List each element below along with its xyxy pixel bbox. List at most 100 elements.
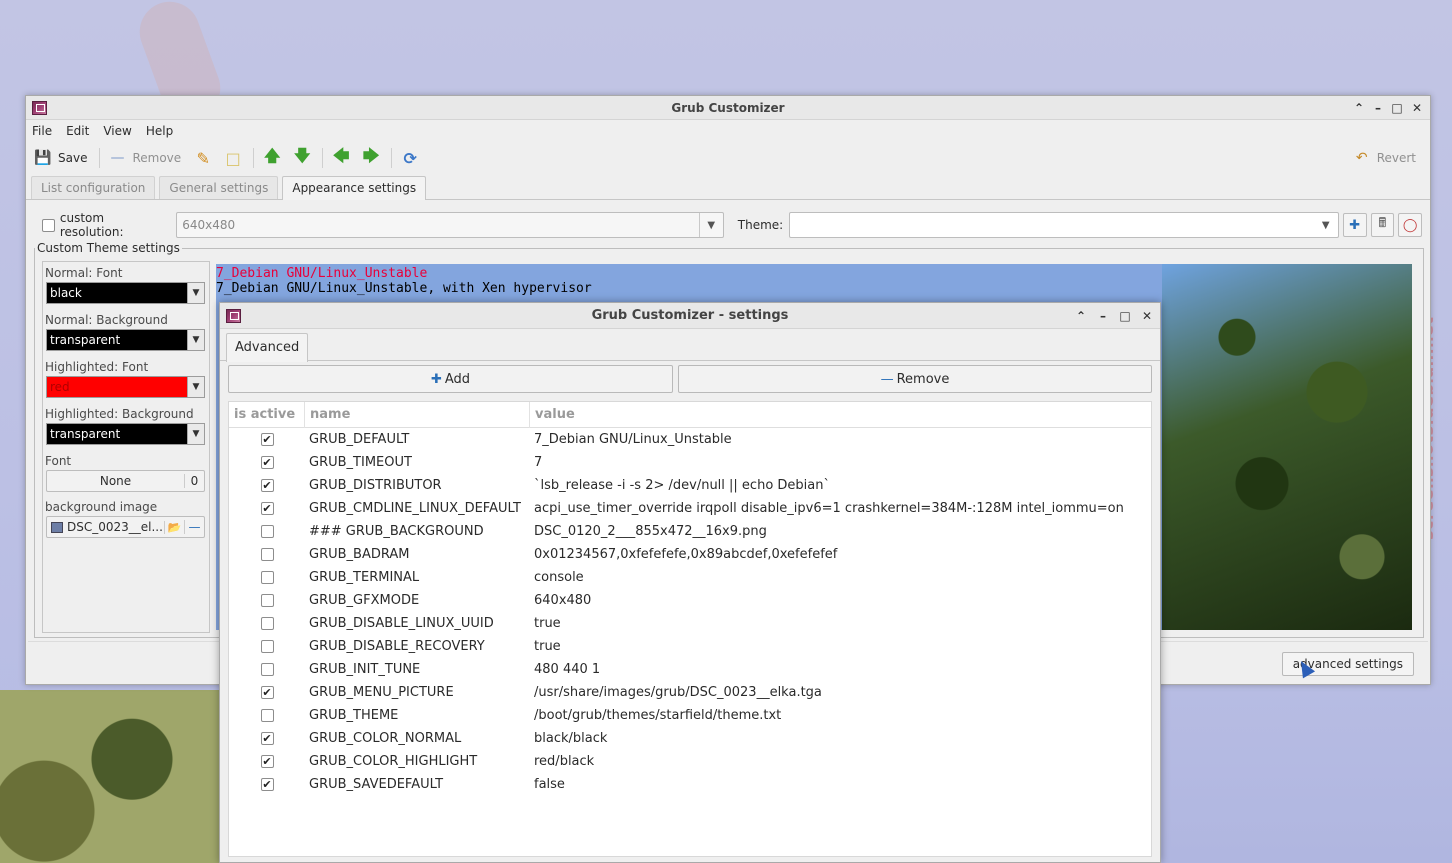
setting-name[interactable]: GRUB_DISABLE_RECOVERY [305, 639, 530, 654]
setting-name[interactable]: GRUB_INIT_TUNE [305, 662, 530, 677]
table-row[interactable]: GRUB_THEME/boot/grub/themes/starfield/th… [229, 704, 1151, 727]
table-row[interactable]: GRUB_GFXMODE 640x480 [229, 589, 1151, 612]
remove-toolbar-button[interactable]: — Remove [108, 149, 181, 167]
open-file-icon[interactable]: 📂 [164, 520, 184, 534]
setting-name[interactable]: GRUB_BADRAM [305, 547, 530, 562]
column-value[interactable]: value [530, 402, 1151, 428]
is-active-checkbox[interactable]: ✔ [260, 479, 274, 492]
remove-button[interactable]: — Remove [678, 365, 1152, 393]
setting-value[interactable]: 7_Debian GNU/Linux_Unstable [530, 432, 732, 447]
theme-save-button[interactable]: 🖩 [1370, 213, 1395, 237]
setting-value[interactable]: 480 440 1 [530, 662, 600, 677]
close-icon[interactable]: ✕ [1410, 96, 1424, 120]
table-row[interactable]: GRUB_TERMINAL console [229, 566, 1151, 589]
setting-name[interactable]: GRUB_COLOR_HIGHLIGHT [305, 754, 530, 769]
setting-name[interactable]: GRUB_DISABLE_LINUX_UUID [305, 616, 530, 631]
is-active-checkbox[interactable]: ✔ [260, 778, 274, 791]
bg-image-chooser[interactable]: DSC_0023__el... 📂 — [46, 516, 205, 538]
settings-titlebar[interactable]: Grub Customizer - settings ⌃ – □ ✕ [220, 303, 1160, 329]
table-row[interactable]: ✔ GRUB_SAVEDEFAULT false [229, 773, 1151, 796]
setting-name[interactable]: GRUB_THEME [305, 708, 530, 723]
table-row[interactable]: GRUB_BADRAM 0x01234567,0xfefefefe,0x89abc… [229, 543, 1151, 566]
table-row[interactable]: ✔ GRUB_TIMEOUT 7 [229, 451, 1151, 474]
is-active-checkbox[interactable]: ✔ [260, 456, 274, 469]
table-row[interactable]: ✔ GRUB_MENU_PICTURE/usr/share/images/grub… [229, 681, 1151, 704]
table-row[interactable]: GRUB_INIT_TUNE 480 440 1 [229, 658, 1151, 681]
setting-name[interactable]: GRUB_DISTRIBUTOR [305, 478, 530, 493]
setting-name[interactable]: GRUB_TERMINAL [305, 570, 530, 585]
highlight-font-color[interactable]: red ▼ [46, 376, 205, 398]
arrow-right-icon[interactable]: 🡆 [361, 146, 381, 168]
tab-appearance-settings[interactable]: Appearance settings [282, 176, 427, 200]
is-active-checkbox[interactable] [260, 594, 274, 607]
setting-value[interactable]: 0x01234567,0xfefefefe,0x89abcdef,0xefefe… [530, 547, 837, 562]
table-row[interactable]: ✔ GRUB_DEFAULT 7_Debian GNU/Linux_Unstable [229, 428, 1151, 451]
is-active-checkbox[interactable]: ✔ [260, 755, 274, 768]
tab-advanced[interactable]: Advanced [226, 333, 309, 362]
add-button[interactable]: ✚ Add [228, 365, 673, 393]
menu-view[interactable]: View [103, 124, 131, 138]
tab-list-configuration[interactable]: List configuration [31, 176, 156, 199]
arrow-up-icon[interactable]: 🡅 [262, 146, 282, 168]
maximize-icon[interactable]: □ [1390, 96, 1404, 120]
tab-general-settings[interactable]: General settings [159, 176, 279, 199]
setting-name[interactable]: GRUB_CMDLINE_LINUX_DEFAULT [305, 501, 530, 516]
table-row[interactable]: ✔ GRUB_COLOR_HIGHLIGHT red/black [229, 750, 1151, 773]
minimize-icon[interactable]: – [1371, 96, 1385, 120]
theme-combo[interactable]: ▼ [789, 212, 1339, 238]
setting-value[interactable]: acpi_use_timer_override irqpoll disable_… [530, 501, 1124, 516]
normal-font-color[interactable]: black ▼ [46, 282, 205, 304]
is-active-checkbox[interactable] [260, 617, 274, 630]
setting-value[interactable]: DSC_0120_2___855x472__16x9.png [530, 524, 767, 539]
add-theme-button[interactable]: ✚ [1342, 213, 1367, 237]
normal-bg-color[interactable]: transparent ▼ [46, 329, 205, 351]
is-active-checkbox[interactable] [260, 709, 274, 722]
table-row[interactable]: ### GRUB_BACKGROUND DSC_0120_2___855x472_… [229, 520, 1151, 543]
setting-name[interactable]: ### GRUB_BACKGROUND [305, 524, 530, 539]
is-active-checkbox[interactable]: ✔ [260, 686, 274, 699]
theme-remove-button[interactable]: ◯ [1398, 213, 1422, 237]
save-button[interactable]: 💾 Save [34, 149, 87, 167]
menu-help[interactable]: Help [146, 124, 173, 138]
is-active-checkbox[interactable]: ✔ [260, 732, 274, 745]
table-row[interactable]: ✔ GRUB_CMDLINE_LINUX_DEFAULT acpi_use_time… [229, 497, 1151, 520]
minimize-icon[interactable]: – [1096, 303, 1110, 329]
close-icon[interactable]: ✕ [1140, 303, 1154, 329]
main-titlebar[interactable]: Grub Customizer ⌃ – □ ✕ [26, 96, 1430, 120]
arrow-left-icon[interactable]: 🡄 [331, 146, 351, 168]
setting-name[interactable]: GRUB_COLOR_NORMAL [305, 731, 530, 746]
custom-resolution-checkbox[interactable] [42, 218, 55, 232]
menu-file[interactable]: File [32, 124, 52, 138]
table-row[interactable]: GRUB_DISABLE_RECOVERY true [229, 635, 1151, 658]
column-is-active[interactable]: is active [229, 402, 305, 428]
edit-icon[interactable]: ✎ [193, 148, 213, 168]
setting-name[interactable]: GRUB_TIMEOUT [305, 455, 530, 470]
table-row[interactable]: ✔ GRUB_COLOR_NORMAL black/black [229, 727, 1151, 750]
setting-value[interactable]: false [530, 777, 565, 792]
minimize-up-icon[interactable]: ⌃ [1352, 96, 1366, 120]
setting-name[interactable]: GRUB_MENU_PICTURE [305, 685, 530, 700]
is-active-checkbox[interactable]: ✔ [260, 433, 274, 446]
table-row[interactable]: GRUB_DISABLE_LINUX_UUID true [229, 612, 1151, 635]
maximize-icon[interactable]: □ [1118, 303, 1132, 329]
setting-value[interactable]: red/black [530, 754, 594, 769]
is-active-checkbox[interactable] [260, 548, 274, 561]
column-name[interactable]: name [305, 402, 530, 428]
setting-value[interactable]: `lsb_release -i -s 2> /dev/null || echo … [530, 478, 830, 493]
setting-value[interactable]: /usr/share/images/grub/DSC_0023__elka.tg… [530, 685, 822, 700]
is-active-checkbox[interactable] [260, 663, 274, 676]
highlight-bg-color[interactable]: transparent ▼ [46, 423, 205, 445]
arrow-down-icon[interactable]: 🡇 [292, 146, 312, 168]
menu-edit[interactable]: Edit [66, 124, 89, 138]
setting-value[interactable]: /boot/grub/themes/starfield/theme.txt [530, 708, 781, 723]
setting-value[interactable]: console [530, 570, 584, 585]
resolution-combo[interactable]: 640x480 ▼ [176, 212, 724, 238]
setting-value[interactable]: 7 [530, 455, 542, 470]
is-active-checkbox[interactable]: ✔ [260, 502, 274, 515]
setting-name[interactable]: GRUB_SAVEDEFAULT [305, 777, 530, 792]
table-row[interactable]: ✔ GRUB_DISTRIBUTOR `lsb_release -i -s 2> /… [229, 474, 1151, 497]
refresh-icon[interactable]: ⟳ [400, 148, 420, 168]
setting-name[interactable]: GRUB_GFXMODE [305, 593, 530, 608]
is-active-checkbox[interactable] [260, 571, 274, 584]
is-active-checkbox[interactable] [260, 640, 274, 653]
